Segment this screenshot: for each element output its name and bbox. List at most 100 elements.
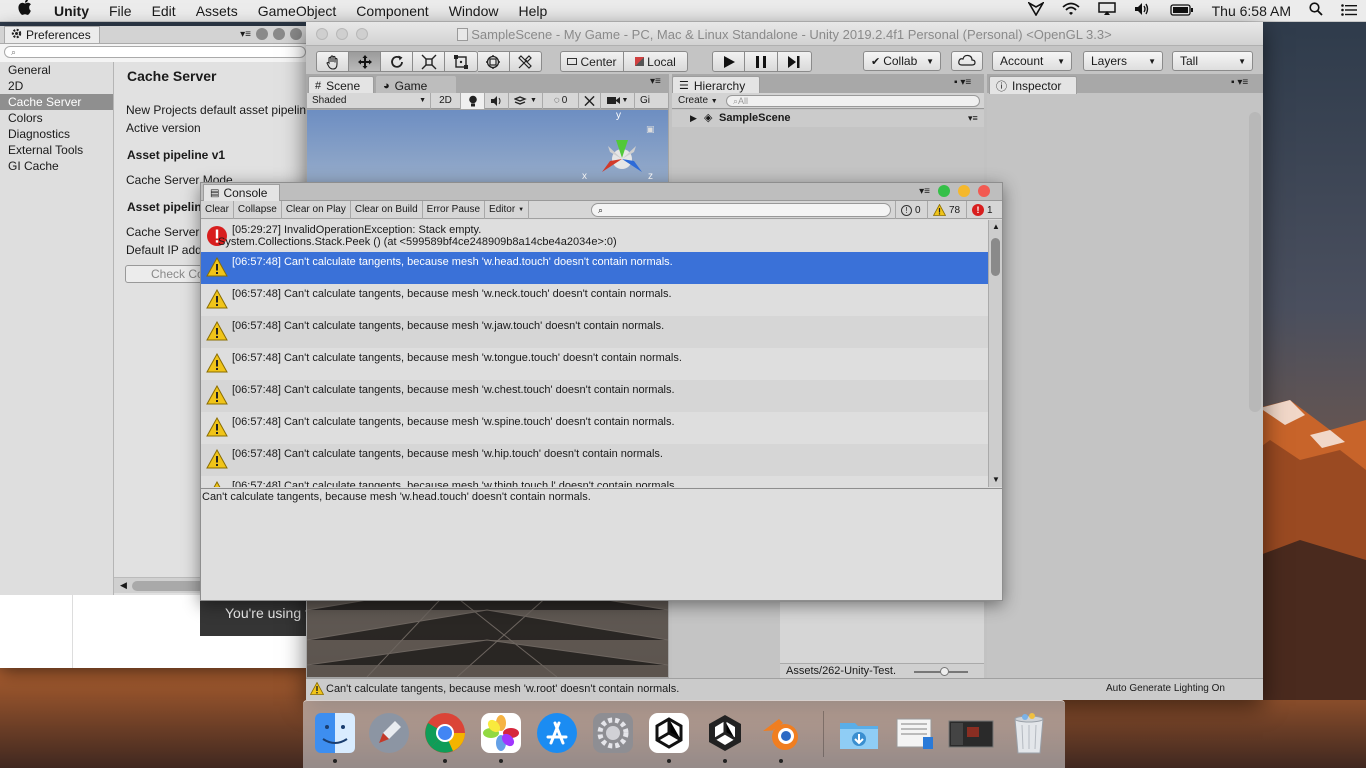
tab-menu-icon[interactable]: ▾≡ <box>240 29 251 40</box>
scroll-left-arrow-icon[interactable]: ◀ <box>120 580 127 591</box>
vpn-icon[interactable] <box>1019 0 1053 22</box>
console-error-row[interactable]: [05:29:27] InvalidOperationException: St… <box>201 220 988 252</box>
sidebar-item-2d[interactable]: 2D <box>0 78 113 94</box>
error-pause-button[interactable]: Error Pause <box>423 200 486 219</box>
scroll-up-arrow-icon[interactable]: ▲ <box>992 222 1000 231</box>
gizmos-dropdown[interactable]: Gi <box>635 93 655 109</box>
console-warning-row[interactable]: [06:57:48] Can't calculate tangents, bec… <box>201 476 988 487</box>
unity-hub-icon[interactable] <box>645 709 693 763</box>
menu-file[interactable]: File <box>99 0 142 22</box>
menu-component[interactable]: Component <box>346 0 438 22</box>
rotate-tool-icon[interactable] <box>381 52 413 71</box>
menu-unity[interactable]: Unity <box>44 0 99 22</box>
console-warning-row[interactable]: [06:57:48] Can't calculate tangents, bec… <box>201 444 988 476</box>
lock-icon[interactable]: ▣ <box>646 124 655 135</box>
chrome-icon[interactable] <box>421 709 469 763</box>
hidden-objects-toggle[interactable]: ◌ 0 <box>543 92 579 109</box>
sidebar-item-cache-server[interactable]: Cache Server <box>0 94 113 110</box>
window-button[interactable] <box>273 28 285 40</box>
effects-dropdown-icon[interactable]: ▼ <box>509 92 543 109</box>
blender-icon[interactable] <box>757 709 805 763</box>
photos-icon[interactable] <box>477 709 525 763</box>
pivot-local-toggle[interactable]: Local <box>624 52 687 71</box>
error-filter-toggle[interactable]: ! 1 <box>966 201 998 219</box>
airplay-icon[interactable] <box>1089 0 1125 22</box>
scene-tools-icon[interactable] <box>579 92 601 109</box>
move-tool-icon[interactable] <box>349 52 381 71</box>
tab-scene[interactable]: # Scene <box>308 76 374 94</box>
account-dropdown[interactable]: Account ▼ <box>992 51 1072 71</box>
zoom-window-button[interactable] <box>938 185 950 197</box>
2d-toggle[interactable]: 2D <box>431 92 461 109</box>
close-window-button[interactable] <box>978 185 990 197</box>
tab-inspector[interactable]: ⓘ Inspector <box>989 76 1077 94</box>
launchpad-icon[interactable] <box>365 709 413 757</box>
custom-tool-icon[interactable] <box>510 52 541 71</box>
editor-dropdown[interactable]: Editor ▼ <box>485 200 530 219</box>
menu-assets[interactable]: Assets <box>186 0 248 22</box>
preferences-tab[interactable]: Preferences <box>4 26 100 43</box>
scroll-down-arrow-icon[interactable]: ▼ <box>992 475 1000 484</box>
minimize-window-button[interactable] <box>958 185 970 197</box>
scale-tool-icon[interactable] <box>413 52 445 71</box>
warning-filter-toggle[interactable]: 78 <box>927 201 965 219</box>
console-warning-row[interactable]: [06:57:48] Can't calculate tangents, bec… <box>201 412 988 444</box>
console-warning-row[interactable]: [06:57:48] Can't calculate tangents, bec… <box>201 252 988 284</box>
layout-dropdown[interactable]: Tall ▼ <box>1172 51 1253 71</box>
spotlight-icon[interactable] <box>1300 0 1332 22</box>
console-scrollbar[interactable]: ▲ ▼ <box>988 220 1002 487</box>
panel-menu-icon[interactable]: ▾≡ <box>919 186 930 197</box>
tab-game[interactable]: ◕ Game <box>376 76 456 94</box>
wifi-icon[interactable] <box>1053 0 1089 22</box>
console-warning-row[interactable]: [06:57:48] Can't calculate tangents, bec… <box>201 348 988 380</box>
apple-menu-icon[interactable] <box>0 0 44 22</box>
menu-gameobject[interactable]: GameObject <box>248 0 347 22</box>
info-filter-toggle[interactable]: ! 0 <box>895 201 926 219</box>
document-stack-icon[interactable] <box>891 709 939 757</box>
sidebar-item-diagnostics[interactable]: Diagnostics <box>0 126 113 142</box>
rect-tool-icon[interactable] <box>445 52 477 71</box>
window-button[interactable] <box>256 28 268 40</box>
transform-tool-icon[interactable] <box>478 52 510 71</box>
collab-dropdown[interactable]: ✔ Collab ▼ <box>863 51 941 71</box>
sidebar-item-colors[interactable]: Colors <box>0 110 113 126</box>
layers-dropdown[interactable]: Layers ▼ <box>1083 51 1163 71</box>
expand-arrow-icon[interactable]: ▶ <box>690 110 697 127</box>
hand-tool-icon[interactable] <box>317 52 349 71</box>
finder-icon[interactable] <box>311 709 359 763</box>
preferences-search-input[interactable]: ⌕ <box>4 46 306 58</box>
panel-menu-icon[interactable]: ▪ ▾≡ <box>1231 77 1248 88</box>
unity-icon[interactable] <box>701 709 749 763</box>
clear-button[interactable]: Clear <box>201 200 234 219</box>
step-icon[interactable] <box>778 52 811 71</box>
panel-menu-icon[interactable]: ▪ ▾≡ <box>954 77 971 88</box>
window-button[interactable] <box>290 28 302 40</box>
menu-help[interactable]: Help <box>508 0 557 22</box>
menu-edit[interactable]: Edit <box>142 0 186 22</box>
console-detail-pane[interactable]: Can't calculate tangents, because mesh '… <box>201 488 1002 600</box>
collapse-button[interactable]: Collapse <box>234 200 282 219</box>
console-warning-row[interactable]: [06:57:48] Can't calculate tangents, bec… <box>201 284 988 316</box>
console-warning-row[interactable]: [06:57:48] Can't calculate tangents, bec… <box>201 316 988 348</box>
app-store-icon[interactable] <box>533 709 581 757</box>
menu-window[interactable]: Window <box>439 0 509 22</box>
scrollbar-thumb[interactable] <box>991 238 1000 276</box>
sidebar-item-external-tools[interactable]: External Tools <box>0 142 113 158</box>
camera-dropdown-icon[interactable]: ▼ <box>601 92 635 109</box>
pause-icon[interactable] <box>745 52 778 71</box>
sidebar-item-general[interactable]: General <box>0 62 113 78</box>
status-message[interactable]: Can't calculate tangents, because mesh '… <box>326 683 679 695</box>
volume-icon[interactable] <box>1125 0 1161 22</box>
sidebar-item-gi-cache[interactable]: GI Cache <box>0 158 113 174</box>
hierarchy-scene-row[interactable]: ▶ ◈ SampleScene ▾≡ <box>672 110 984 127</box>
battery-icon[interactable] <box>1161 0 1203 22</box>
console-warning-row[interactable]: [06:57:48] Can't calculate tangents, bec… <box>201 380 988 412</box>
tab-console[interactable]: ▤ Console <box>203 184 281 201</box>
lighting-status[interactable]: Auto Generate Lighting On <box>1106 683 1225 694</box>
inspector-scrollbar[interactable] <box>1249 112 1261 412</box>
menubar-clock[interactable]: Thu 6:58 AM <box>1203 0 1300 22</box>
system-preferences-icon[interactable] <box>589 709 637 757</box>
audio-toggle-icon[interactable] <box>485 92 509 109</box>
cloud-services-button[interactable] <box>951 51 983 71</box>
console-search-input[interactable]: ⌕ <box>591 203 891 217</box>
